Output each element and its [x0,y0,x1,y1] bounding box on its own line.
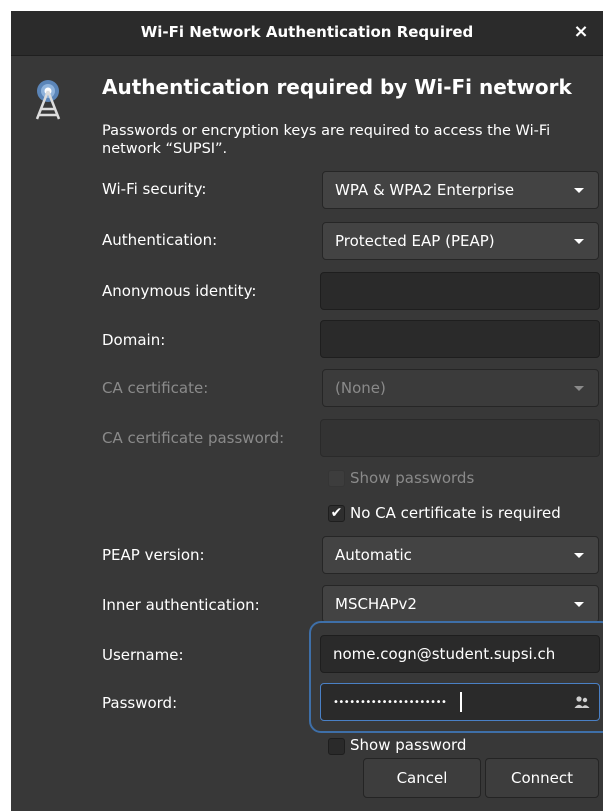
dialog-title: Wi-Fi Network Authentication Required [140,23,474,41]
close-icon[interactable]: × [569,20,593,44]
inner-authentication-value: MSCHAPv2 [335,595,417,613]
credentials-highlight [309,621,603,733]
anonymous-identity-label: Anonymous identity: [102,282,257,300]
ca-certificate-select: (None) [322,369,599,407]
wifi-security-value: WPA & WPA2 Enterprise [335,181,515,199]
domain-label: Domain: [102,331,166,349]
title-bar: Wi-Fi Network Authentication Required × [11,11,603,56]
dialog-description: Passwords or encryption keys are require… [102,123,551,157]
chevron-down-icon [574,239,584,244]
authentication-label: Authentication: [102,231,218,249]
cancel-button[interactable]: Cancel [363,758,481,798]
checkmark-icon: ✔ [330,505,343,521]
show-passwords-label: Show passwords [350,469,475,487]
peap-version-select[interactable]: Automatic [322,536,599,574]
authentication-select[interactable]: Protected EAP (PEAP) [322,222,599,260]
show-passwords-checkbox [328,470,345,487]
domain-field[interactable] [320,320,600,358]
chevron-down-icon [574,386,584,391]
ca-certificate-password-label: CA certificate password: [102,429,285,447]
show-password-label: Show password [350,736,467,754]
chevron-down-icon [574,188,584,193]
ca-certificate-password-field [320,419,600,457]
anonymous-identity-field[interactable] [320,272,600,310]
inner-authentication-label: Inner authentication: [102,596,260,614]
wifi-security-select[interactable]: WPA & WPA2 Enterprise [322,171,599,209]
no-ca-required-checkbox[interactable]: ✔ [328,505,345,522]
chevron-down-icon [574,553,584,558]
inner-authentication-select[interactable]: MSCHAPv2 [322,585,599,623]
wifi-security-label: Wi-Fi security: [102,180,207,198]
username-label: Username: [102,646,184,664]
peap-version-value: Automatic [335,546,412,564]
authentication-value: Protected EAP (PEAP) [335,232,495,250]
ca-certificate-value: (None) [335,379,386,397]
connect-button[interactable]: Connect [485,758,599,798]
password-label: Password: [102,694,178,712]
peap-version-label: PEAP version: [102,546,205,564]
auth-dialog: Wi-Fi Network Authentication Required × … [11,11,603,811]
ca-certificate-label: CA certificate: [102,379,209,397]
chevron-down-icon [574,602,584,607]
dialog-heading: Authentication required by Wi-Fi network [102,75,572,99]
no-ca-required-label: No CA certificate is required [350,504,561,522]
wifi-antenna-icon [35,80,61,120]
show-password-checkbox[interactable] [328,738,345,755]
